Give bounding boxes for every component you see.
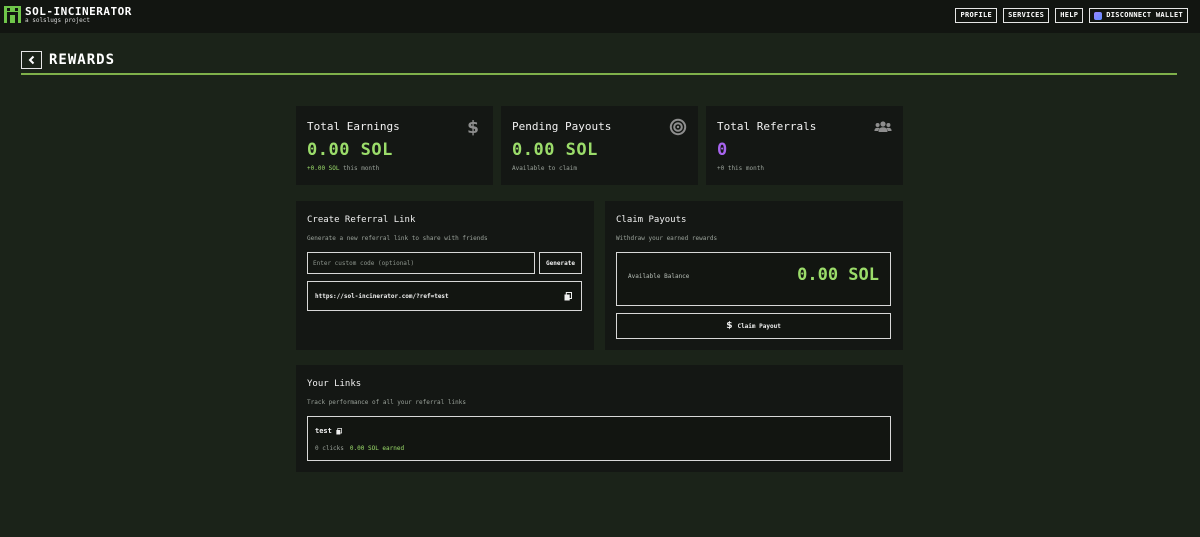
- copy-icon[interactable]: [564, 292, 572, 301]
- pending-payouts-value: 0.00 SOL: [512, 140, 598, 160]
- generate-button[interactable]: Generate: [539, 252, 582, 274]
- create-referral-link-title: Create Referral Link: [307, 215, 416, 225]
- total-referrals-sub: +0 this month: [717, 165, 764, 172]
- pending-payouts-sub: Available to claim: [512, 165, 578, 172]
- target-icon: [669, 118, 687, 136]
- total-earnings-card: Total Earnings $ 0.00 SOL +0.00 SOL this…: [296, 106, 493, 185]
- header-divider: [21, 73, 1177, 75]
- your-links-description: Track performance of all your referral l…: [307, 399, 466, 406]
- total-earnings-value: 0.00 SOL: [307, 140, 393, 160]
- total-referrals-value: 0: [717, 140, 728, 160]
- services-button[interactable]: SERVICES: [1003, 8, 1050, 23]
- your-links-title: Your Links: [307, 379, 362, 389]
- incinerator-logo-icon: [4, 6, 21, 23]
- total-earnings-delta-value: +0.00 SOL: [307, 165, 340, 172]
- claim-payouts-description: Withdraw your earned rewards: [616, 235, 718, 242]
- pending-payouts-title: Pending Payouts: [512, 120, 612, 133]
- page-title: REWARDS: [49, 52, 116, 68]
- claim-payouts-panel: Claim Payouts Withdraw your earned rewar…: [605, 201, 903, 350]
- brand-logo[interactable]: SOL-INCINERATOR a solslugs project: [4, 6, 132, 25]
- wallet-icon: [1094, 11, 1103, 20]
- referral-link-url: https://sol-incinerator.com/?ref=test: [315, 292, 449, 300]
- help-button[interactable]: HELP: [1055, 8, 1084, 23]
- top-bar: SOL-INCINERATOR a solslugs project PROFI…: [0, 0, 1200, 33]
- brand-title: SOL-INCINERATOR: [25, 5, 132, 18]
- create-referral-link-description: Generate a new referral link to share wi…: [307, 235, 488, 242]
- available-balance-box: Available Balance 0.00 SOL: [616, 252, 891, 306]
- copy-icon[interactable]: [336, 427, 342, 435]
- total-earnings-delta-suffix: this month: [343, 165, 380, 172]
- available-balance-value: 0.00 SOL: [797, 265, 879, 285]
- dollar-icon: $: [467, 118, 479, 136]
- disconnect-wallet-button[interactable]: DISCONNECT WALLET: [1089, 8, 1188, 23]
- svg-text:$: $: [467, 118, 479, 136]
- link-clicks: 0 clicks: [315, 445, 344, 452]
- brand-text: SOL-INCINERATOR a solslugs project: [25, 6, 132, 25]
- link-earned: 0.00 SOL earned: [349, 445, 405, 452]
- dollar-icon: $: [726, 321, 733, 331]
- custom-code-input[interactable]: Enter custom code (optional): [307, 252, 535, 274]
- link-name: test: [315, 427, 342, 435]
- claim-payout-label: Claim Payout: [737, 322, 781, 330]
- users-icon: [874, 121, 892, 132]
- your-links-panel: Your Links Track performance of all your…: [296, 365, 903, 472]
- profile-button[interactable]: PROFILE: [955, 8, 998, 23]
- list-item[interactable]: test 0 clicks 0.00 SOL earned: [307, 416, 891, 461]
- disconnect-wallet-label: DISCONNECT WALLET: [1106, 11, 1183, 19]
- total-earnings-title: Total Earnings: [307, 120, 400, 133]
- brand-subtitle: a solslugs project: [25, 17, 91, 24]
- referral-link-display: https://sol-incinerator.com/?ref=test: [307, 281, 582, 311]
- available-balance-label: Available Balance: [628, 273, 690, 280]
- pending-payouts-card: Pending Payouts 0.00 SOL Available to cl…: [501, 106, 698, 185]
- total-earnings-delta: +0.00 SOL this month: [307, 165, 379, 172]
- claim-payouts-title: Claim Payouts: [616, 215, 687, 225]
- create-referral-link-panel: Create Referral Link Generate a new refe…: [296, 201, 594, 350]
- chevron-left-icon: [28, 55, 34, 65]
- claim-payout-button[interactable]: $ Claim Payout: [616, 313, 891, 339]
- top-nav: PROFILE SERVICES HELP DISCONNECT WALLET: [955, 8, 1188, 23]
- back-button[interactable]: [21, 51, 42, 69]
- total-referrals-card: Total Referrals 0 +0 this month: [706, 106, 903, 185]
- link-name-text: test: [315, 427, 332, 435]
- link-stats: 0 clicks 0.00 SOL earned: [315, 445, 404, 452]
- total-referrals-title: Total Referrals: [717, 120, 817, 133]
